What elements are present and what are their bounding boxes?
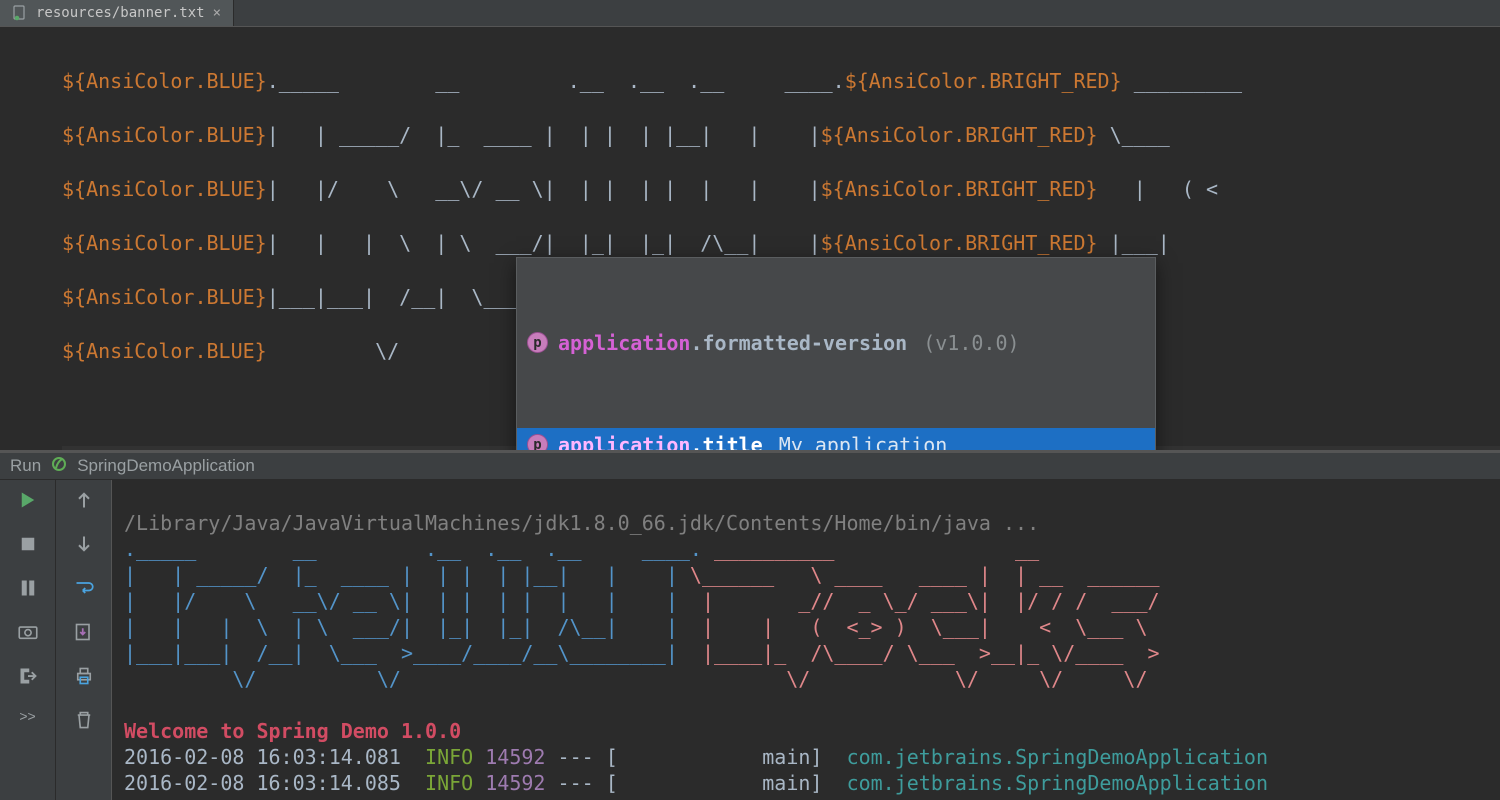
pause-icon[interactable] [16, 576, 40, 600]
console-command: /Library/Java/JavaVirtualMachines/jdk1.8… [124, 511, 1039, 535]
editor-tab-label: resources/banner.txt [36, 5, 205, 21]
expand-icon[interactable]: >> [16, 708, 40, 724]
completion-item[interactable]: p application.title My application [517, 428, 1155, 454]
camera-icon[interactable] [16, 620, 40, 644]
run-toolwindow: >> /Library/Java/JavaVirtualMachines/jdk… [0, 480, 1500, 800]
print-icon[interactable] [72, 664, 96, 688]
completion-popup: p application.formatted-version (v1.0.0)… [516, 257, 1156, 454]
close-icon[interactable]: × [213, 5, 221, 21]
spring-icon [51, 456, 67, 477]
editor-area[interactable]: ${AnsiColor.BLUE}._____ __ .__ .__ .__ _… [0, 27, 1500, 454]
editor-tabbar: resources/banner.txt × [0, 0, 1500, 27]
arrow-up-icon[interactable] [72, 488, 96, 512]
run-toolwindow-header[interactable]: Run SpringDemoApplication [0, 453, 1500, 480]
trash-icon[interactable] [72, 708, 96, 732]
console-welcome: Welcome to Spring Demo 1.0.0 [124, 719, 461, 743]
play-icon[interactable] [16, 488, 40, 512]
file-text-icon [12, 5, 28, 21]
soft-wrap-icon[interactable] [72, 576, 96, 600]
exit-icon[interactable] [16, 664, 40, 688]
stop-icon[interactable] [16, 532, 40, 556]
run-label: Run [10, 456, 41, 476]
run-gutter-left: >> [0, 480, 56, 800]
run-config-name: SpringDemoApplication [77, 456, 255, 476]
console-output[interactable]: /Library/Java/JavaVirtualMachines/jdk1.8… [112, 480, 1500, 800]
run-gutter-right [56, 480, 112, 800]
completion-item[interactable]: p application.formatted-version (v1.0.0) [517, 326, 1155, 360]
editor-tab-banner[interactable]: resources/banner.txt × [0, 0, 234, 26]
property-badge-icon: p [527, 332, 548, 353]
arrow-down-icon[interactable] [72, 532, 96, 556]
scroll-to-end-icon[interactable] [72, 620, 96, 644]
